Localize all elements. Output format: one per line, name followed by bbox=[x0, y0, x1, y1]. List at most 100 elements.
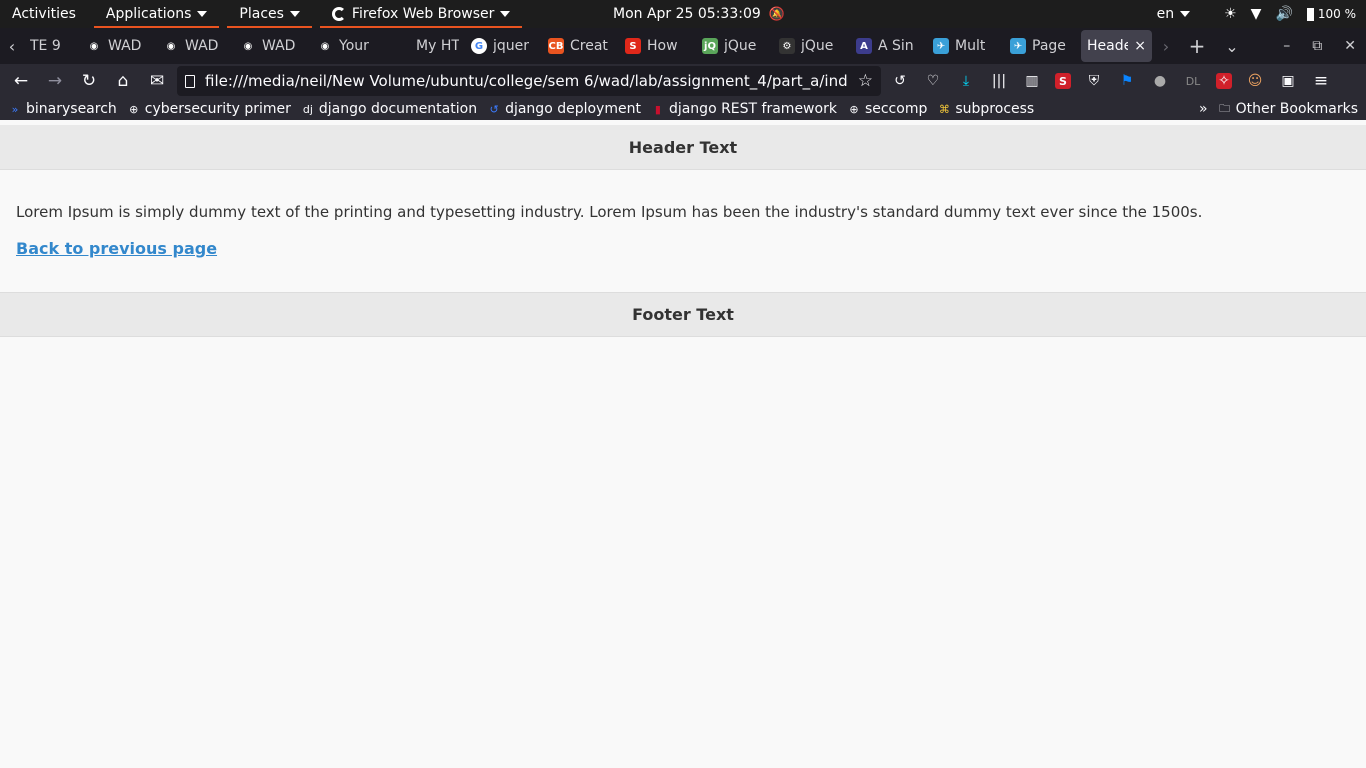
tab-title: Your bbox=[339, 38, 369, 54]
app-menu[interactable]: Firefox Web Browser bbox=[319, 0, 523, 28]
activities-label: Activities bbox=[12, 6, 76, 22]
scroll-tabs-right-button[interactable]: › bbox=[1152, 37, 1180, 56]
tab[interactable]: ◉ WAD bbox=[80, 30, 157, 62]
bookmark-item[interactable]: » binarysearch bbox=[8, 101, 117, 117]
close-window-icon[interactable]: ✕ bbox=[1344, 38, 1356, 54]
extension-s-icon[interactable]: S bbox=[1055, 73, 1071, 89]
extension-dl-icon[interactable]: DL bbox=[1183, 71, 1203, 91]
tab-list: TE 9 ◉ WAD ◉ WAD ◉ WAD ◉ Your My HTM Gjquer CB Creat… bbox=[24, 30, 1081, 62]
github-icon: ◉ bbox=[89, 40, 99, 52]
downloads-icon[interactable]: ⤓ bbox=[956, 71, 976, 91]
battery-indicator[interactable]: 100 % bbox=[1306, 7, 1356, 21]
tab[interactable]: ⚙ jQue bbox=[773, 30, 850, 62]
firefox-icon bbox=[331, 7, 346, 21]
url-text: file:///media/neil/New Volume/ubuntu/col… bbox=[205, 72, 848, 90]
bookmark-item[interactable]: ↺ django deployment bbox=[487, 101, 640, 117]
scroll-tabs-left-button[interactable]: ‹ bbox=[0, 37, 24, 56]
bookmark-item[interactable]: ⌘ subprocess bbox=[937, 101, 1034, 117]
chevron-double-right-icon[interactable]: » bbox=[1199, 101, 1208, 117]
list-all-tabs-button[interactable]: ⌄ bbox=[1214, 37, 1250, 56]
tab[interactable]: ✈ Page bbox=[1004, 30, 1081, 62]
page-viewport: Header Text Lorem Ipsum is simply dummy … bbox=[0, 125, 1366, 768]
home-button[interactable]: ⌂ bbox=[106, 64, 140, 98]
clock[interactable]: Mon Apr 25 05:33:09 🔕 bbox=[613, 0, 785, 28]
back-button[interactable]: ← bbox=[4, 64, 38, 98]
tab-strip: ‹ TE 9 ◉ WAD ◉ WAD ◉ WAD ◉ Your My HTM Gjquer CB Cre… bbox=[0, 28, 1366, 64]
binarysearch-icon: » bbox=[11, 102, 19, 116]
bookmark-item[interactable]: ⊕ seccomp bbox=[847, 101, 927, 117]
chevron-down-icon bbox=[500, 11, 511, 17]
sidebar-icon[interactable]: ▥ bbox=[1022, 71, 1042, 91]
page-content: Lorem Ipsum is simply dummy text of the … bbox=[0, 170, 1366, 292]
volume-icon[interactable]: 🔊 bbox=[1275, 6, 1292, 22]
bookmark-label: binarysearch bbox=[26, 101, 117, 117]
back-link[interactable]: Back to previous page bbox=[16, 239, 217, 258]
close-tab-icon[interactable]: × bbox=[1134, 38, 1146, 54]
tab[interactable]: ◉ Your bbox=[311, 30, 388, 62]
activities-button[interactable]: Activities bbox=[0, 0, 88, 28]
bird-icon: ✈ bbox=[1010, 38, 1026, 54]
pocket-icon[interactable]: ♡ bbox=[923, 71, 943, 91]
tab[interactable]: S How bbox=[619, 30, 696, 62]
toolbar-extensions: ↺ ♡ ⤓ ||| ▥ S ⛨ ⚑ ● DL ✧ ☺ ▣ ≡ bbox=[890, 64, 1331, 98]
minimize-icon[interactable]: – bbox=[1283, 38, 1290, 54]
bookmark-item[interactable]: ▮ django REST framework bbox=[651, 101, 837, 117]
system-tray: en ☀ ▼ 🔊 100 % bbox=[1157, 0, 1356, 28]
tab[interactable]: ✈ Mult bbox=[927, 30, 1004, 62]
new-tab-button[interactable]: + bbox=[1180, 34, 1214, 58]
places-menu[interactable]: Places bbox=[227, 0, 312, 28]
other-bookmarks-button[interactable]: 🗀 Other Bookmarks bbox=[1218, 101, 1358, 117]
extension-wand-icon[interactable]: ✧ bbox=[1216, 73, 1232, 89]
bookmark-label: django REST framework bbox=[668, 101, 837, 117]
tab-active[interactable]: Heade × bbox=[1081, 30, 1152, 62]
menu-icon[interactable]: ≡ bbox=[1311, 71, 1331, 91]
tab-title: jQue bbox=[724, 38, 757, 54]
bookmark-label: django documentation bbox=[318, 101, 478, 117]
tab[interactable]: ◉ WAD bbox=[157, 30, 234, 62]
tab-title: TE 9 bbox=[30, 38, 61, 54]
tab[interactable]: My HTM bbox=[388, 30, 465, 62]
applications-label: Applications bbox=[105, 6, 192, 22]
tab-title: WAD bbox=[185, 38, 219, 54]
wifi-icon[interactable]: ▼ bbox=[1251, 6, 1262, 22]
library-icon[interactable]: ||| bbox=[989, 71, 1009, 91]
extensions-icon[interactable]: ▣ bbox=[1278, 71, 1298, 91]
bookmark-star-icon[interactable]: ☆ bbox=[858, 71, 873, 91]
bookmark-label: seccomp bbox=[864, 101, 928, 117]
bookmark-item[interactable]: ⊕ cybersecurity primer bbox=[127, 101, 291, 117]
tab-title: WAD bbox=[262, 38, 296, 54]
tab[interactable]: TE 9 bbox=[24, 30, 80, 62]
body-paragraph: Lorem Ipsum is simply dummy text of the … bbox=[16, 203, 1203, 221]
extension-grey-icon[interactable]: ● bbox=[1150, 71, 1170, 91]
shield-icon[interactable]: ⛨ bbox=[1084, 71, 1104, 91]
page-footer-text: Footer Text bbox=[632, 305, 734, 324]
url-bar[interactable]: file:///media/neil/New Volume/ubuntu/col… bbox=[177, 66, 881, 96]
reload-button[interactable]: ↻ bbox=[72, 64, 106, 98]
chevron-down-icon bbox=[289, 11, 300, 17]
blank-icon bbox=[394, 38, 410, 54]
bookmarks-overflow: » 🗀 Other Bookmarks bbox=[1199, 98, 1358, 120]
page-header-text: Header Text bbox=[628, 137, 738, 157]
drf-icon: ▮ bbox=[654, 102, 661, 116]
other-bookmarks-label: Other Bookmarks bbox=[1235, 101, 1358, 117]
globe-icon: ⊕ bbox=[849, 102, 859, 116]
tab[interactable]: CB Creat bbox=[542, 30, 619, 62]
system-top-bar: Activities Applications Places Firefox W… bbox=[0, 0, 1366, 28]
applications-menu[interactable]: Applications bbox=[93, 0, 220, 28]
language-indicator[interactable]: en bbox=[1157, 6, 1191, 22]
tab[interactable]: ◉ WAD bbox=[234, 30, 311, 62]
tab[interactable]: jQ jQue bbox=[696, 30, 773, 62]
extension-face-icon[interactable]: ☺ bbox=[1245, 71, 1265, 91]
brightness-icon[interactable]: ☀ bbox=[1224, 6, 1237, 22]
navigation-toolbar: ← → ↻ ⌂ ✉ file:///media/neil/New Volume/… bbox=[0, 64, 1366, 98]
python-icon: ⌘ bbox=[938, 102, 950, 116]
history-icon[interactable]: ↺ bbox=[890, 71, 910, 91]
tab[interactable]: Gjquer bbox=[465, 30, 542, 62]
extension-badge-icon[interactable]: ⚑ bbox=[1117, 71, 1137, 91]
mail-icon[interactable]: ✉ bbox=[140, 64, 174, 98]
tab[interactable]: A A Sin bbox=[850, 30, 927, 62]
forward-button[interactable]: → bbox=[38, 64, 72, 98]
maximize-icon[interactable]: ⧉ bbox=[1312, 38, 1322, 54]
bookmark-item[interactable]: dj django documentation bbox=[301, 101, 477, 117]
gear-icon: ⚙ bbox=[779, 38, 795, 54]
